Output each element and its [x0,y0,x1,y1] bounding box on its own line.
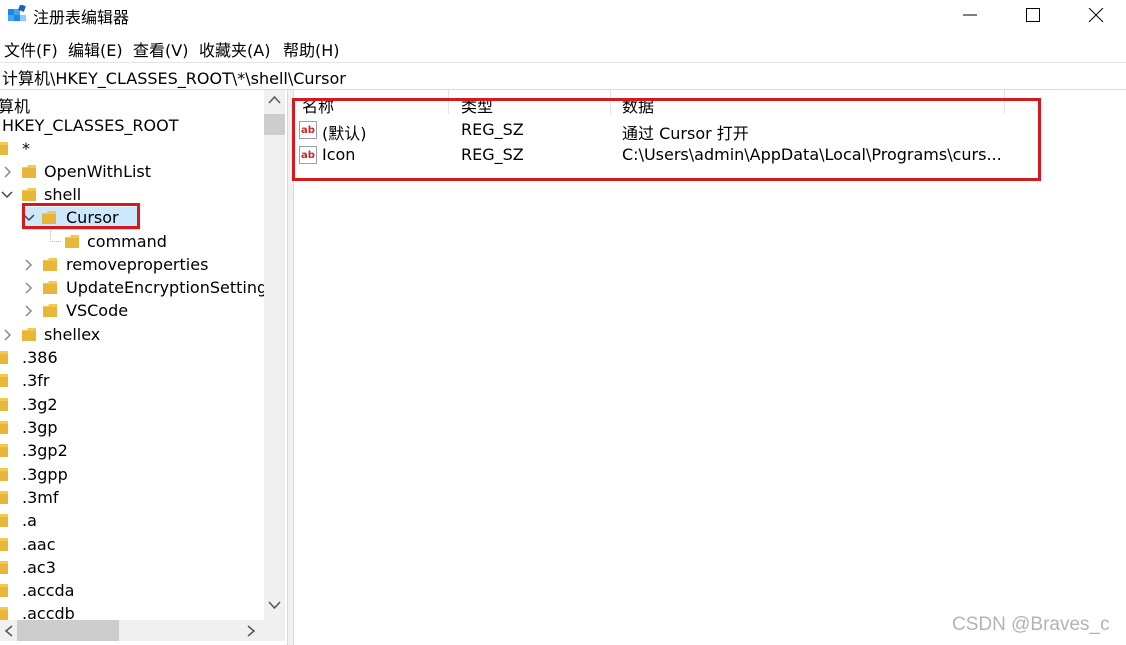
tree-item-label: .3mf [22,488,59,507]
tree-item-label: command [87,232,167,251]
folder-icon [0,468,8,481]
scroll-left-icon[interactable] [4,625,14,637]
tree-connector-line [50,231,62,242]
tree-item-label: 算机 [0,97,31,116]
tree-item-label: .386 [22,348,58,367]
folder-open-icon [22,188,36,201]
tree-item-label: HKEY_CLASSES_ROOT [2,116,179,135]
tree-item-label: .a [22,511,37,530]
scrollbar-corner [264,620,285,641]
tree-item-label: .3gp [22,418,58,437]
scroll-right-icon[interactable] [246,625,256,637]
window-title: 注册表编辑器 [33,8,130,27]
chevron-right-icon[interactable] [2,165,14,179]
tree-horizontal-scroll-thumb[interactable] [17,620,119,641]
tree-item-label: OpenWithList [44,162,152,181]
folder-icon [0,142,8,155]
chevron-right-icon[interactable] [23,304,35,318]
chevron-right-icon[interactable] [23,281,35,295]
chevron-right-icon[interactable] [2,328,14,342]
folder-icon [0,444,8,457]
folder-icon [0,421,8,434]
tree-item-label: .3gpp [22,465,68,484]
minimize-icon [963,14,977,16]
folder-icon [0,514,8,527]
tree-vertical-scrollbar[interactable] [264,90,285,620]
folder-icon [22,165,36,178]
folder-icon [0,491,8,504]
folder-icon [43,281,57,294]
title-bar: 注册表编辑器 [0,0,1126,30]
folder-icon [22,328,36,341]
folder-icon [0,584,8,597]
minimize-button[interactable] [942,0,998,30]
tree-item-label: UpdateEncryptionSetting [66,278,268,297]
close-button[interactable] [1068,0,1124,30]
folder-icon [0,607,8,620]
folder-icon [65,235,79,248]
menu-favorites[interactable]: 收藏夹(A) [199,37,270,61]
folder-icon [0,374,8,387]
regedit-app-icon [8,5,26,21]
tree-item-label: .3fr [22,371,50,390]
tree-item-label: shell [44,185,82,204]
tree-item-label: .aac [22,535,56,554]
address-bar[interactable]: 计算机\HKEY_CLASSES_ROOT\*\shell\Cursor [0,62,1126,90]
tree-item-label: .3gp2 [22,441,68,460]
folder-icon [0,398,8,411]
folder-icon [43,304,57,317]
maximize-icon [1026,8,1040,22]
tree-item-label: * [22,139,30,158]
chevron-right-icon[interactable] [23,258,35,272]
folder-icon [43,258,57,271]
folder-icon [0,561,8,574]
menu-view[interactable]: 查看(V) [133,37,188,61]
menu-help[interactable]: 帮助(H) [283,37,340,61]
watermark: CSDN @Braves_c [952,614,1110,635]
folder-icon [0,538,8,551]
scroll-down-icon[interactable] [268,600,281,610]
close-icon [1088,8,1104,22]
menu-bar: 文件(F) 编辑(E) 查看(V) 收藏夹(A) 帮助(H) [0,34,1126,60]
menu-edit[interactable]: 编辑(E) [68,37,123,61]
tree-item-label: .3g2 [22,395,58,414]
tree-item-label: removeproperties [66,255,209,274]
tree-vertical-scroll-thumb[interactable] [264,114,285,135]
highlight-box-cursor-key [22,203,140,229]
tree-item-label: VSCode [66,301,129,320]
highlight-box-values [292,98,1041,181]
tree-item-label: .accda [22,581,75,600]
key-tree: 算机 HKEY_CLASSES_ROOT * OpenWithList shel… [0,90,286,645]
folder-icon [0,351,8,364]
chevron-down-icon[interactable] [1,188,13,202]
address-path[interactable]: 计算机\HKEY_CLASSES_ROOT\*\shell\Cursor [2,65,346,89]
scroll-up-icon[interactable] [268,95,281,105]
tree-item-label: shellex [44,325,101,344]
tree-item-label: .ac3 [22,558,56,577]
maximize-button[interactable] [1005,0,1061,30]
menu-file[interactable]: 文件(F) [4,37,58,61]
